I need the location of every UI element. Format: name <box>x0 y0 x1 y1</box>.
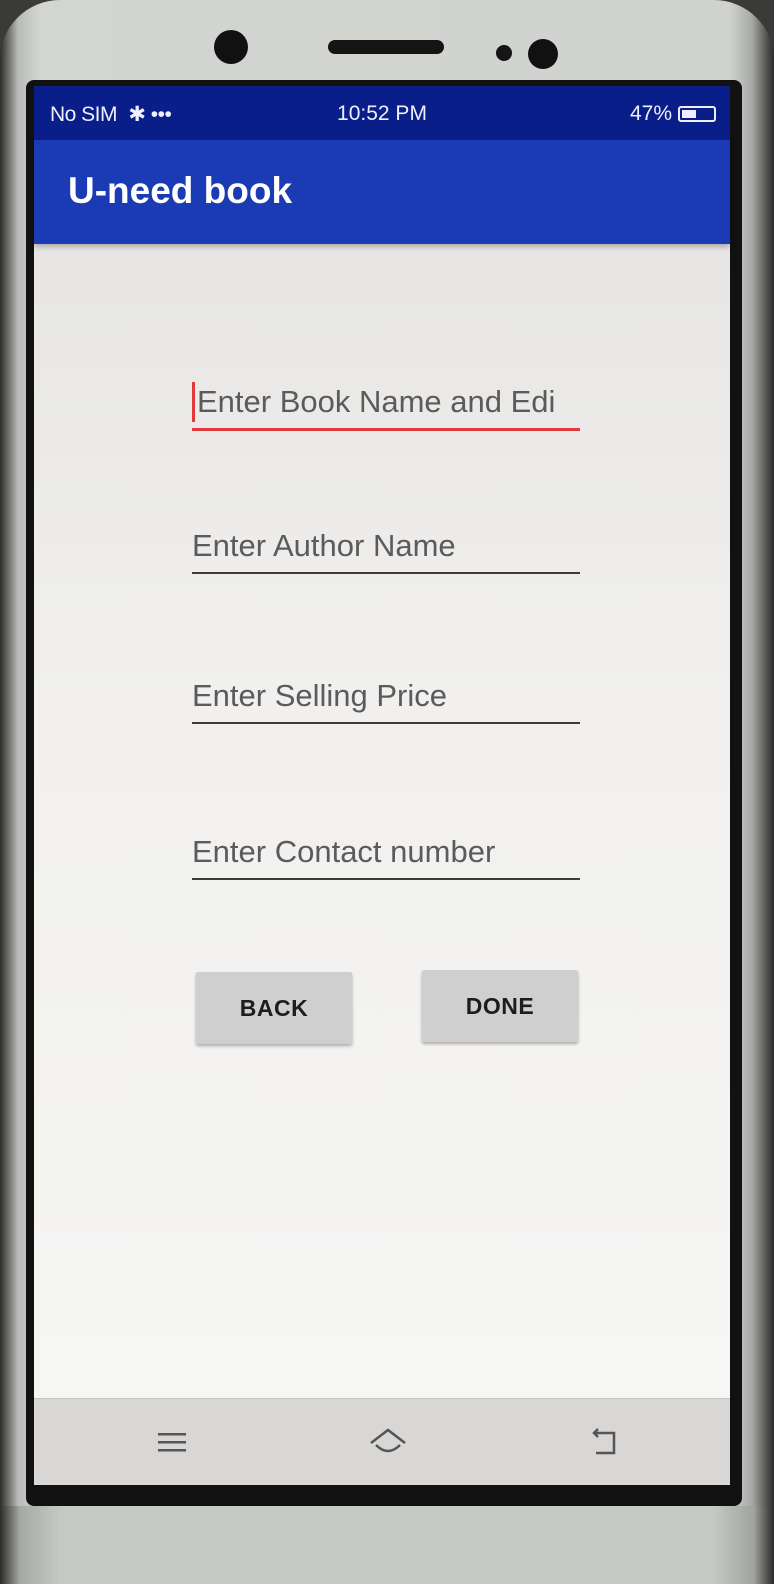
app-bar: U-need book <box>34 140 730 244</box>
done-button[interactable]: DONE <box>422 970 578 1042</box>
author-name-input[interactable] <box>192 528 580 564</box>
phone-device: No SIM ✱ ••• 10:52 PM 47% U-need book En… <box>0 0 774 1584</box>
book-name-field-container <box>192 372 585 431</box>
back-button[interactable]: BACK <box>196 972 352 1044</box>
status-right: 47% <box>630 102 716 126</box>
price-field-container <box>192 666 580 724</box>
menu-icon[interactable] <box>150 1421 194 1465</box>
contact-field-container <box>192 822 580 880</box>
device-bottom-bezel <box>0 1506 774 1584</box>
text-cursor <box>192 382 195 422</box>
battery-percent: 47% <box>629 102 672 125</box>
app-title: U-need book <box>68 170 293 211</box>
battery-icon <box>678 106 716 122</box>
battery-fill <box>682 110 696 118</box>
status-time: 10:52 PM <box>337 102 427 125</box>
contact-number-input[interactable] <box>192 834 580 870</box>
author-field-container <box>192 516 580 574</box>
screen: No SIM ✱ ••• 10:52 PM 47% U-need book En… <box>26 80 742 1506</box>
back-icon[interactable] <box>584 1421 628 1465</box>
front-camera <box>214 30 248 64</box>
book-name-input[interactable] <box>197 384 585 420</box>
home-icon[interactable] <box>366 1421 410 1465</box>
proximity-sensor <box>496 45 512 61</box>
light-sensor <box>528 39 558 69</box>
earpiece-speaker <box>328 40 444 54</box>
navigation-bar <box>34 1398 730 1485</box>
selling-price-input[interactable] <box>192 678 580 714</box>
status-bar: No SIM ✱ ••• 10:52 PM 47% <box>34 86 730 140</box>
form-content: BACK DONE <box>34 244 730 1398</box>
